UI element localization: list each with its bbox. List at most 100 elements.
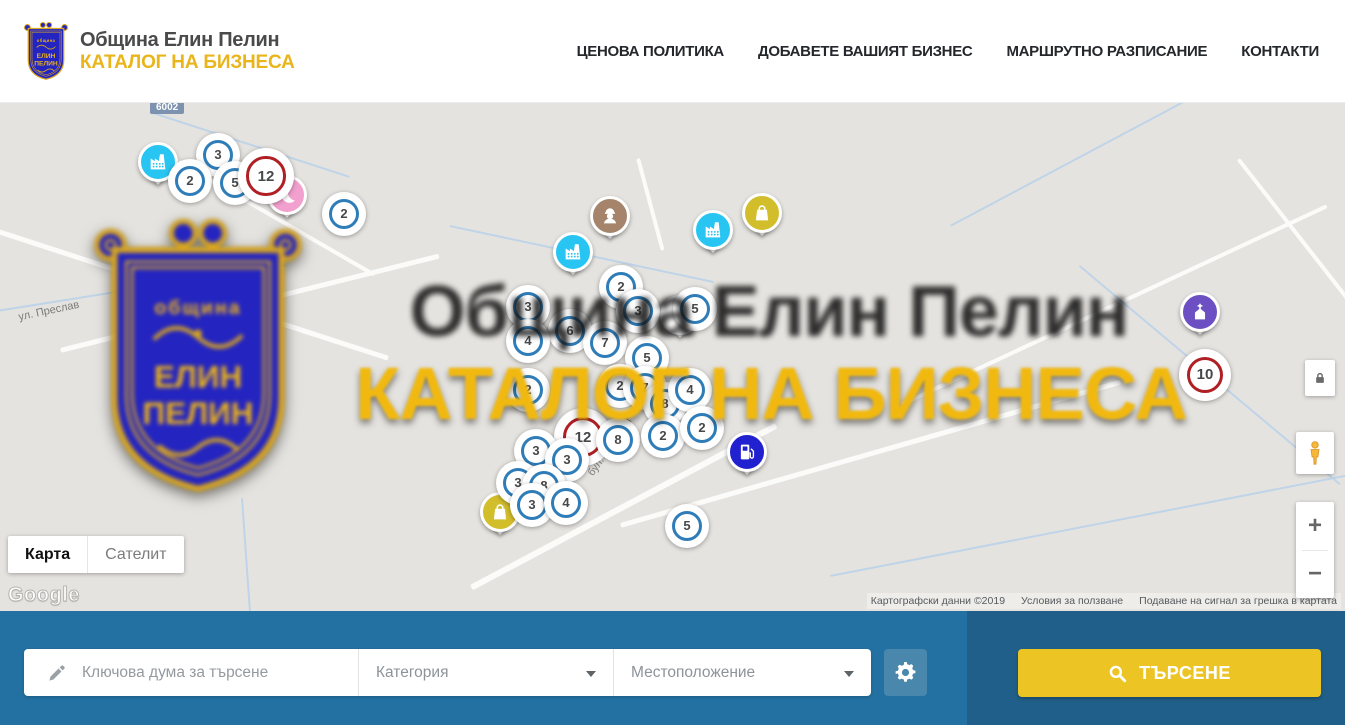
search-button[interactable]: ТЪРСЕНЕ (1018, 649, 1321, 697)
cluster-marker[interactable]: 2 (680, 406, 724, 450)
cluster-marker[interactable]: 2 (168, 159, 212, 203)
nav-add-business[interactable]: ДОБАВЕТЕ ВАШИЯТ БИЗНЕС (758, 43, 972, 60)
cluster-marker[interactable]: 5 (673, 287, 717, 331)
category-select-value: Категория (376, 664, 448, 682)
cluster-count: 7 (601, 335, 608, 350)
page: община ЕЛИН ПЕЛИН Община Елин Пелин КАТА… (0, 0, 1345, 725)
cluster-count: 4 (686, 382, 693, 397)
location-select-value: Местоположение (631, 664, 755, 682)
cluster-count: 3 (528, 497, 535, 512)
search-button-label: ТЪРСЕНЕ (1139, 663, 1231, 684)
map-type-satellite-button[interactable]: Сателит (87, 536, 183, 573)
nav-pricing-policy[interactable]: ЦЕНОВА ПОЛИТИКА (577, 43, 724, 60)
map-road (900, 204, 1328, 406)
pin-fuel[interactable] (727, 432, 767, 484)
pin-church[interactable] (1180, 292, 1220, 344)
map-attribution: Картографски данни ©2019 Условия за полз… (867, 593, 1341, 609)
cluster-count: 3 (634, 303, 641, 318)
map-road (1237, 158, 1345, 381)
nav-contacts[interactable]: КОНТАКТИ (1241, 43, 1319, 60)
main-nav: ЦЕНОВА ПОЛИТИКА ДОБАВЕТЕ ВАШИЯТ БИЗНЕС М… (577, 43, 1319, 60)
cluster-count: 3 (563, 452, 570, 467)
cluster-count: 3 (214, 147, 221, 162)
header: община ЕЛИН ПЕЛИН Община Елин Пелин КАТА… (0, 0, 1345, 103)
cluster-marker[interactable]: 2 (322, 192, 366, 236)
keyword-field (24, 649, 358, 696)
cluster-count: 10 (1197, 366, 1214, 383)
map-road (636, 158, 664, 251)
chevron-down-icon (586, 671, 596, 677)
fuel-icon (727, 432, 767, 472)
map-road (0, 223, 389, 361)
cluster-marker[interactable]: 5 (665, 504, 709, 548)
cluster-count: 2 (698, 420, 705, 435)
pin-factory[interactable] (553, 232, 593, 284)
brand-logo[interactable]: община ЕЛИН ПЕЛИН Община Елин Пелин КАТА… (22, 21, 295, 82)
shield-name-line2: ПЕЛИН (34, 60, 58, 67)
brand-text: Община Елин Пелин КАТАЛОГ НА БИЗНЕСА (80, 29, 295, 74)
cluster-count: 2 (659, 428, 666, 443)
street-view-pegman-button[interactable] (1296, 432, 1334, 474)
pin-worker[interactable] (590, 196, 630, 248)
map-road (830, 472, 1345, 577)
gear-icon (895, 662, 916, 683)
pegman-icon (1306, 440, 1324, 466)
bag-icon (742, 193, 782, 233)
factory-icon (693, 210, 733, 250)
cluster-count: 5 (683, 518, 690, 533)
brand-title: Община Елин Пелин (80, 29, 295, 52)
route-badge: 6002 (150, 103, 184, 114)
map-type-map-button[interactable]: Карта (8, 536, 87, 573)
cluster-count: 6 (566, 323, 573, 338)
cluster-count: 12 (258, 168, 275, 185)
cluster-count: 3 (524, 299, 531, 314)
cluster-count: 3 (532, 443, 539, 458)
search-icon (1108, 664, 1127, 683)
watermark-shield-name2: ПЕЛИН (143, 396, 254, 431)
cluster-count: 5 (691, 301, 698, 316)
cluster-count: 4 (562, 495, 569, 510)
nav-route-schedule[interactable]: МАРШРУТНО РАЗПИСАНИЕ (1006, 43, 1207, 60)
attribution-terms-link[interactable]: Условия за ползване (1021, 595, 1123, 607)
watermark-shield-name1: ЕЛИН (154, 359, 242, 394)
church-icon (1180, 292, 1220, 332)
cluster-marker[interactable]: 12 (238, 148, 294, 204)
cluster-marker[interactable]: 8 (596, 418, 640, 462)
brand-subtitle: КАТАЛОГ НА БИЗНЕСА (80, 52, 295, 74)
padlock-icon (1313, 371, 1327, 385)
cluster-count: 4 (524, 333, 531, 348)
worker-icon (590, 196, 630, 236)
map-canvas[interactable]: 6002 ул. Преслав бул. „Новосел 3 2 5 12 … (0, 103, 1345, 611)
cluster-count: 2 (524, 382, 531, 397)
cluster-count: 2 (186, 173, 193, 188)
cluster-count: 8 (661, 396, 668, 411)
factory-icon (553, 232, 593, 272)
google-logo[interactable]: Google (8, 584, 80, 607)
map-road (241, 498, 251, 611)
cluster-count: 5 (643, 350, 650, 365)
map-type-control: Карта Сателит (8, 536, 184, 573)
location-select[interactable]: Местоположение (613, 649, 871, 696)
chevron-down-icon (844, 671, 854, 677)
search-fields-group: Категория Местоположение (24, 649, 871, 696)
cluster-marker[interactable]: 2 (506, 368, 550, 412)
lock-button[interactable] (1305, 360, 1335, 396)
cluster-marker[interactable]: 4 (544, 481, 588, 525)
attribution-copyright: Картографски данни ©2019 (871, 595, 1005, 607)
cluster-count: 8 (614, 432, 621, 447)
keyword-search-input[interactable] (82, 664, 332, 682)
advanced-settings-button[interactable] (884, 649, 927, 696)
cluster-marker[interactable]: 4 (506, 319, 550, 363)
zoom-in-button[interactable]: + (1296, 502, 1334, 550)
cluster-marker[interactable]: 3 (616, 289, 660, 333)
cluster-marker[interactable]: 10 (1179, 349, 1231, 401)
zoom-out-button[interactable]: − (1296, 551, 1334, 599)
shield-top-label: община (37, 38, 56, 43)
cluster-count: 2 (617, 279, 624, 294)
shield-name-line1: ЕЛИН (37, 52, 56, 59)
category-select[interactable]: Категория (358, 649, 613, 696)
cluster-marker[interactable]: 7 (583, 321, 627, 365)
pin-factory[interactable] (693, 210, 733, 262)
cluster-marker[interactable]: 2 (641, 414, 685, 458)
pin-bag[interactable] (742, 193, 782, 245)
